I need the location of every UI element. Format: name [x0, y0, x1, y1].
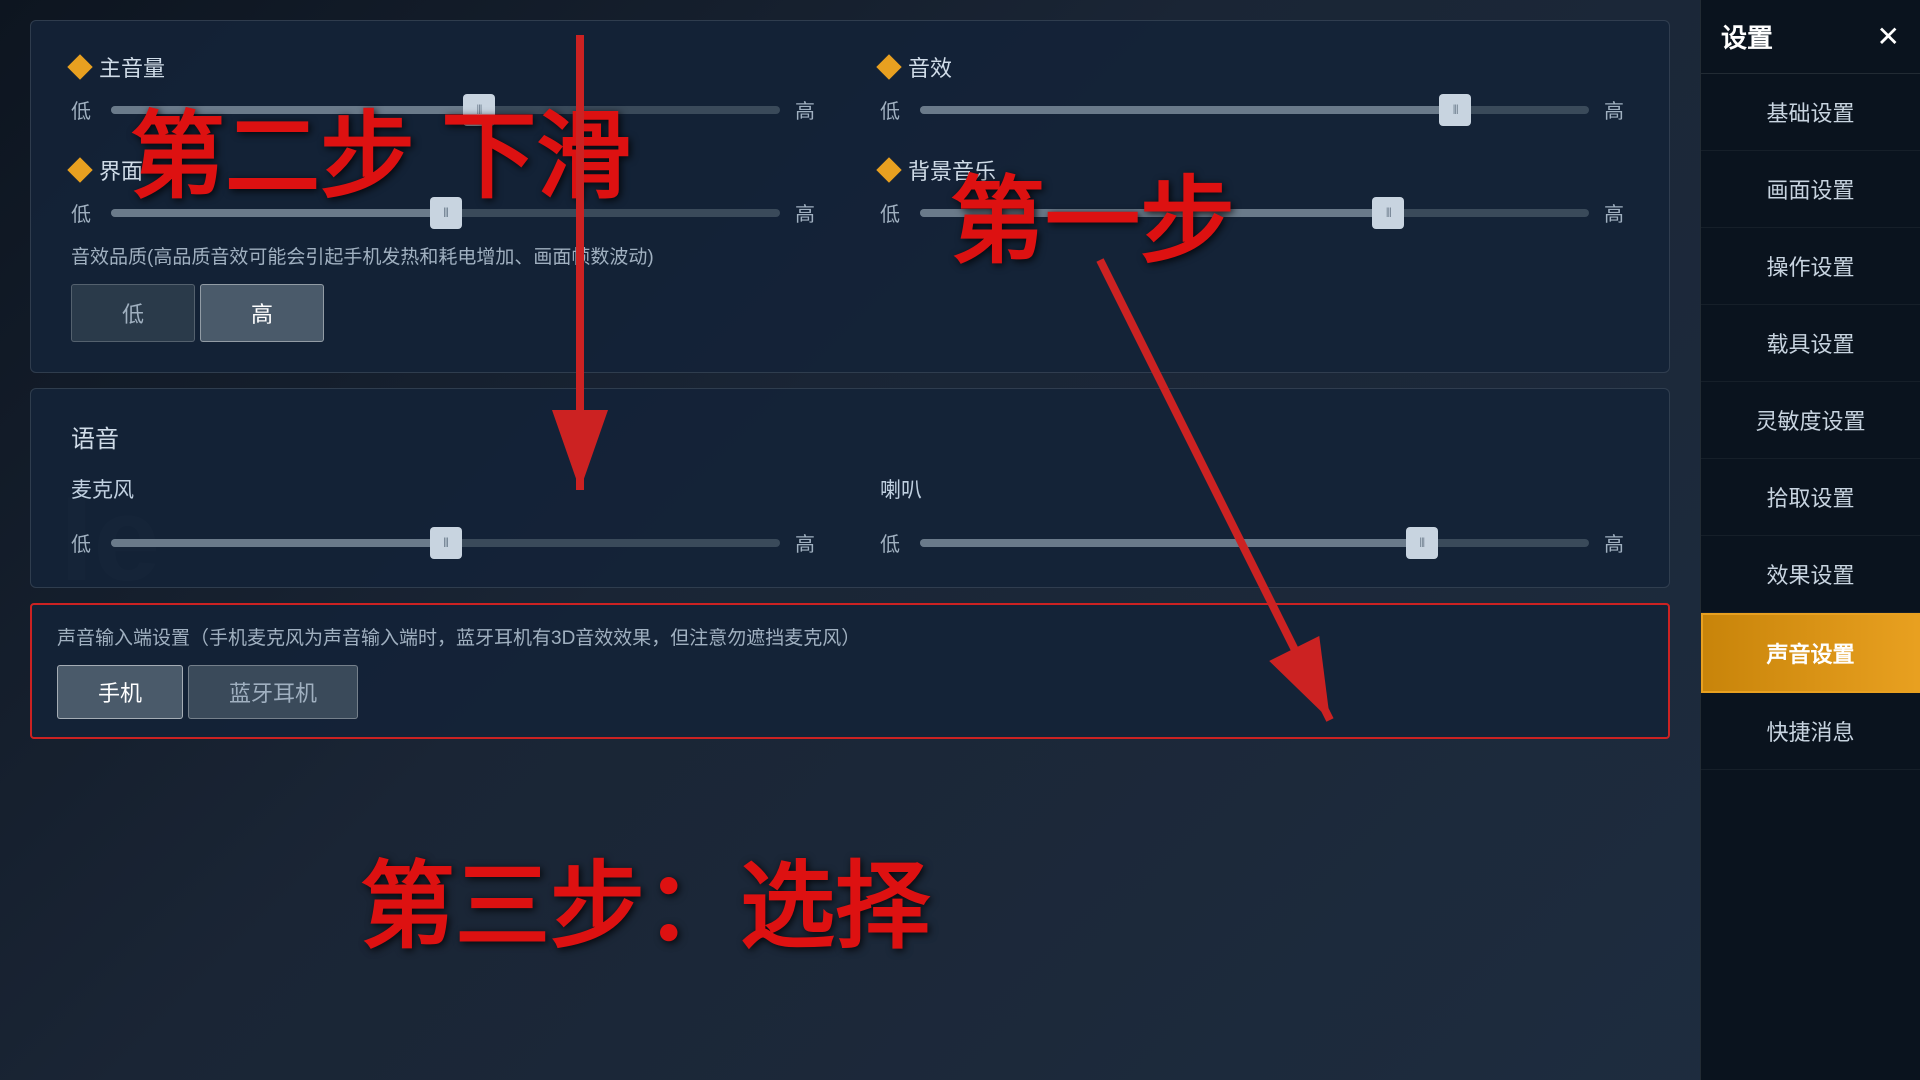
bgm-slider-row: 低 高	[880, 198, 1629, 227]
mic-track[interactable]	[111, 539, 780, 547]
mic-thumb[interactable]	[430, 527, 462, 559]
sidebar-item-pickup[interactable]: 拾取设置	[1701, 459, 1920, 536]
ui-thumb[interactable]	[430, 197, 462, 229]
master-volume-label: 主音量	[71, 51, 820, 83]
ui-fill	[111, 209, 446, 217]
sidebar-item-controls[interactable]: 操作设置	[1701, 228, 1920, 305]
quality-section: 音效品质(高品质音效可能会引起手机发热和耗电增加、画面帧数波动) 低 高	[71, 242, 1629, 342]
input-section: 声音输入端设置（手机麦克风为声音输入端时，蓝牙耳机有3D音效效果，但注意勿遮挡麦…	[30, 603, 1670, 739]
sfx-thumb[interactable]	[1439, 94, 1471, 126]
sidebar-item-quickmsg[interactable]: 快捷消息	[1701, 693, 1920, 770]
bgm-label: 背景音乐	[880, 154, 1629, 186]
ui-label: 界面	[71, 154, 820, 186]
sfx-slider-row: 低 高	[880, 95, 1629, 124]
sidebar-item-graphics[interactable]: 画面设置	[1701, 151, 1920, 228]
bgm-group: 背景音乐 低 高	[880, 154, 1629, 227]
diamond-icon-ui	[67, 157, 92, 182]
ui-group: 界面 低 高	[71, 154, 820, 227]
quality-buttons: 低 高	[71, 284, 1629, 342]
main-content: 主音量 低 高 音效 低	[0, 0, 1700, 1080]
mic-group: 麦克风 低 高	[71, 474, 820, 557]
bgm-fill	[920, 209, 1388, 217]
master-volume-group: 主音量 低 高	[71, 51, 820, 124]
sfx-label: 音效	[880, 51, 1629, 83]
speaker-slider-row: 低 高	[880, 528, 1629, 557]
input-buttons: 手机 蓝牙耳机	[57, 665, 1643, 719]
mic-label: 麦克风	[71, 474, 820, 504]
sidebar: 设置 ✕ 基础设置 画面设置 操作设置 载具设置 灵敏度设置 拾取设置 效果设置…	[1700, 0, 1920, 1080]
diamond-icon-sfx	[876, 54, 901, 79]
sound-grid: 主音量 低 高 音效 低	[71, 51, 1629, 227]
sfx-track[interactable]	[920, 106, 1589, 114]
master-volume-fill	[111, 106, 479, 114]
sidebar-title: 设置	[1721, 18, 1773, 55]
ui-slider-row: 低 高	[71, 198, 820, 227]
sidebar-item-sound[interactable]: 声音设置	[1701, 613, 1920, 693]
sidebar-item-basic[interactable]: 基础设置	[1701, 74, 1920, 151]
sidebar-item-effects[interactable]: 效果设置	[1701, 536, 1920, 613]
close-button[interactable]: ✕	[1877, 23, 1900, 51]
bgm-thumb[interactable]	[1372, 197, 1404, 229]
mic-fill	[111, 539, 446, 547]
sfx-group: 音效 低 高	[880, 51, 1629, 124]
bgm-track[interactable]	[920, 209, 1589, 217]
master-volume-slider-row: 低 高	[71, 95, 820, 124]
ui-track[interactable]	[111, 209, 780, 217]
sound-panel: 主音量 低 高 音效 低	[30, 20, 1670, 373]
master-volume-thumb[interactable]	[463, 94, 495, 126]
sidebar-items: 基础设置 画面设置 操作设置 载具设置 灵敏度设置 拾取设置 效果设置 声音设置…	[1701, 74, 1920, 1080]
quality-low-btn[interactable]: 低	[71, 284, 195, 342]
master-volume-track[interactable]	[111, 106, 780, 114]
diamond-icon-bgm	[876, 157, 901, 182]
diamond-icon-master	[67, 54, 92, 79]
quality-high-btn[interactable]: 高	[200, 284, 324, 342]
sidebar-item-vehicle[interactable]: 载具设置	[1701, 305, 1920, 382]
speaker-fill	[920, 539, 1422, 547]
voice-grid: 麦克风 低 高 喇叭 低	[71, 474, 1629, 557]
input-desc-text: 声音输入端设置（手机麦克风为声音输入端时，蓝牙耳机有3D音效效果，但注意勿遮挡麦…	[57, 623, 1643, 650]
sfx-fill	[920, 106, 1455, 114]
voice-panel: 语音 麦克风 低 高 喇叭 低	[30, 388, 1670, 588]
speaker-label: 喇叭	[880, 474, 1629, 504]
voice-section-title: 语音	[71, 419, 1629, 454]
sidebar-item-sensitivity[interactable]: 灵敏度设置	[1701, 382, 1920, 459]
speaker-group: 喇叭 低 高	[880, 474, 1629, 557]
speaker-track[interactable]	[920, 539, 1589, 547]
input-bluetooth-btn[interactable]: 蓝牙耳机	[188, 665, 358, 719]
mic-slider-row: 低 高	[71, 528, 820, 557]
sidebar-header: 设置 ✕	[1701, 0, 1920, 74]
input-phone-btn[interactable]: 手机	[57, 665, 183, 719]
speaker-thumb[interactable]	[1406, 527, 1438, 559]
